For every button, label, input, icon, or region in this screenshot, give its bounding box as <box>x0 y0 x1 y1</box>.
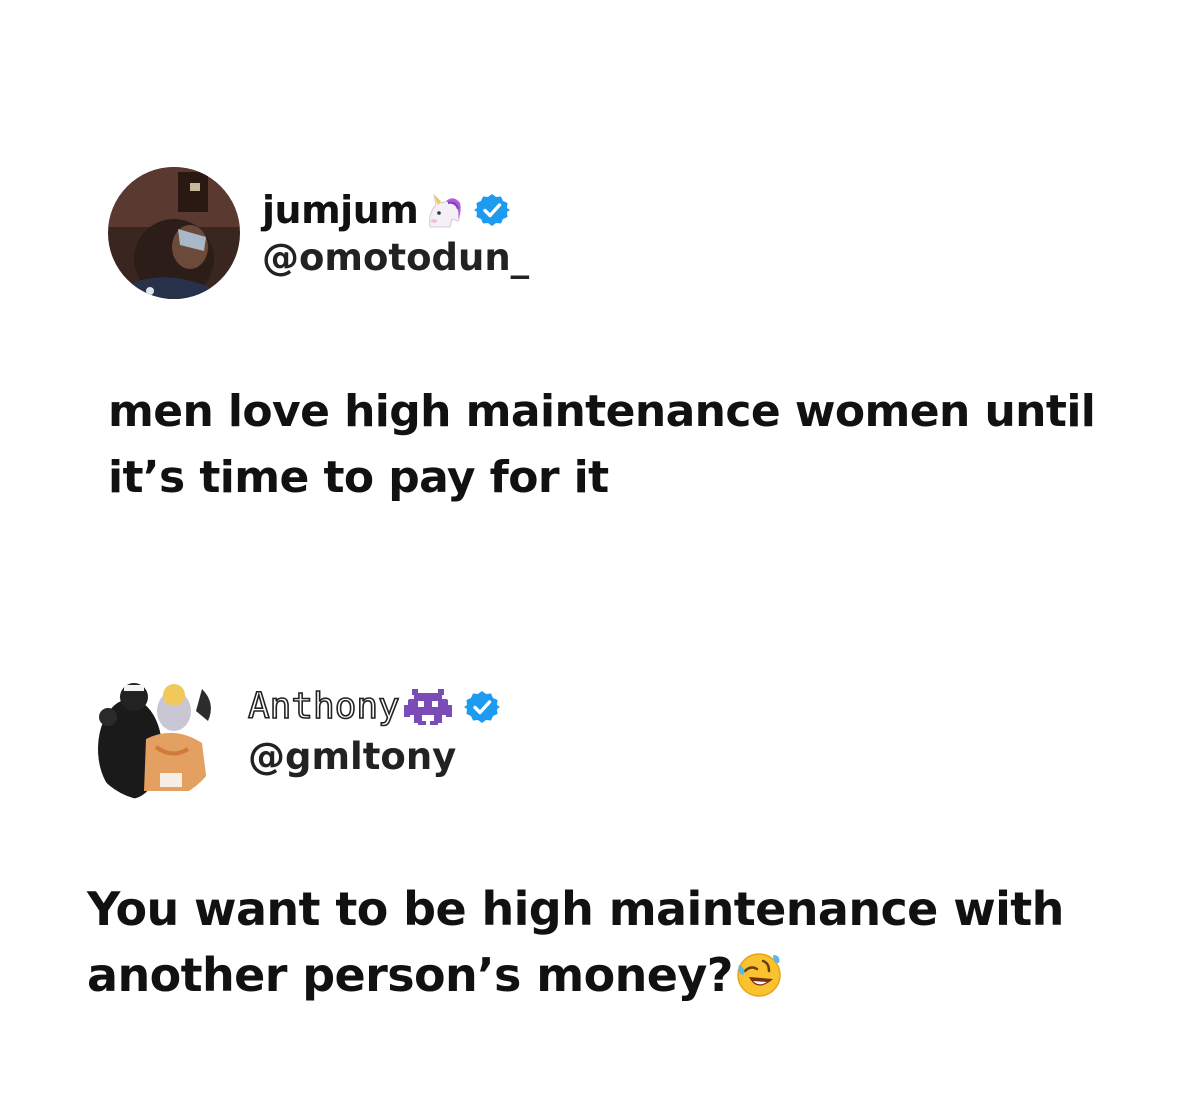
tweet-1-header: jumjum @omotodun_ <box>108 167 529 299</box>
tweet-text-line-with-emoji: another person’s money? <box>87 942 1064 1008</box>
tweet-2-header: Anthony @gmltony <box>84 663 500 801</box>
avatar[interactable] <box>84 663 222 801</box>
display-name[interactable]: Anthony <box>247 685 400 728</box>
tweet-text: men love high maintenance women until it… <box>108 379 1096 511</box>
tweet-text-line: another person’s money? <box>87 948 733 1002</box>
handle[interactable]: @gmltony <box>248 735 500 778</box>
tweet-text-line: it’s time to pay for it <box>108 452 609 503</box>
verified-badge-icon <box>474 192 511 228</box>
tweet-text-line: men love high maintenance women until <box>108 386 1096 437</box>
avatar-image-icon <box>108 167 240 299</box>
rolling-on-floor-laughing-emoji-icon <box>735 951 783 999</box>
display-name[interactable]: jumjum <box>262 188 419 232</box>
avatar-image-icon <box>84 663 222 801</box>
handle[interactable]: @omotodun_ <box>262 236 529 279</box>
verified-badge-icon <box>463 689 500 725</box>
avatar[interactable] <box>108 167 240 299</box>
tweet-text: You want to be high maintenance with ano… <box>87 876 1064 1008</box>
tweet-text-line: You want to be high maintenance with <box>87 882 1064 936</box>
unicorn-emoji-icon <box>424 191 464 229</box>
space-invader-emoji-icon <box>403 687 452 727</box>
